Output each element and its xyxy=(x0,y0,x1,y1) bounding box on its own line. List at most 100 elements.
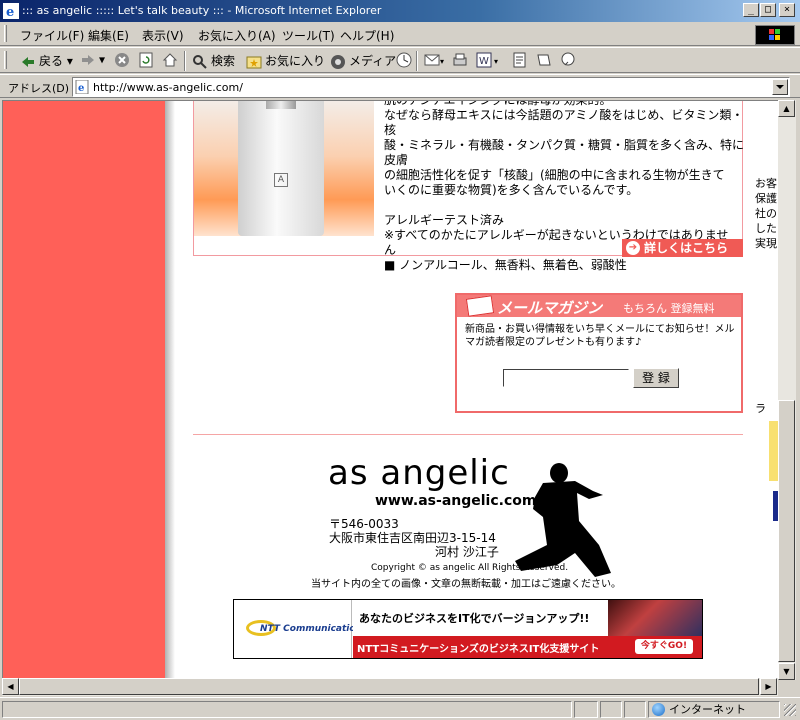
clip-line xyxy=(755,326,778,341)
product-line: いくのに重要な物質)を多く含んでいるんです。 xyxy=(384,183,639,197)
address-label: アドレス(D) xyxy=(8,82,70,95)
clip-line: ラ xyxy=(755,402,766,415)
media-icon xyxy=(331,54,345,69)
clip-line: した xyxy=(755,222,777,235)
details-button[interactable]: ➔ 詳しくはこちら xyxy=(622,239,743,257)
clip-line: お客 xyxy=(755,177,777,190)
menu-edit[interactable]: 編集(E) xyxy=(88,27,129,44)
scroll-right-button[interactable]: ▶ xyxy=(760,678,777,695)
page-icon: e xyxy=(75,80,89,94)
search-button[interactable]: 検索 xyxy=(192,52,235,70)
product-section: A 肌のアンチエイジングには酵母が効果的。 なぜなら酵母エキスには今話題のアミノ… xyxy=(193,100,744,272)
vertical-scroll-thumb[interactable] xyxy=(778,400,795,662)
toolbar-separator xyxy=(184,51,186,71)
toolbar-grip xyxy=(4,51,7,69)
clip-line: 保護 xyxy=(755,192,777,205)
print-icon[interactable] xyxy=(452,52,468,68)
messenger-icon[interactable] xyxy=(560,52,576,68)
address-bar: アドレス(D) e http://www.as-angelic.com/ xyxy=(0,74,800,98)
ntt-ad-banner[interactable]: NTT Communications あなたのビジネスをIT化でバージョンアップ… xyxy=(233,599,703,659)
edit-word-icon[interactable]: W xyxy=(476,52,492,68)
horizontal-scroll-thumb[interactable] xyxy=(19,678,759,695)
favorites-icon xyxy=(246,56,262,68)
clip-line xyxy=(755,266,778,281)
banner-subline: NTTコミュニケーションズのビジネスIT化支援サイト xyxy=(357,644,600,655)
section-divider xyxy=(193,434,743,435)
copyright-notice: 当サイト内の全ての画像・文章の無断転載・加工はご遠慮ください。 xyxy=(311,579,621,590)
menu-bar: ファイル(F) 編集(E) 表示(V) お気に入り(A) ツール(T) ヘルプ(… xyxy=(0,22,800,46)
status-panel xyxy=(624,701,646,718)
minimize-button[interactable]: _ xyxy=(743,3,759,17)
mail-icon[interactable] xyxy=(424,52,440,68)
menu-view[interactable]: 表示(V) xyxy=(142,27,184,44)
forward-button[interactable]: ▾ xyxy=(80,52,105,68)
maximize-button[interactable]: □ xyxy=(760,3,776,17)
ntt-logo-text: NTT Communications xyxy=(260,624,368,634)
menu-favorites[interactable]: お気に入り(A) xyxy=(198,27,276,44)
clip-line: 実現 xyxy=(755,237,777,250)
media-button[interactable]: メディア xyxy=(330,52,396,70)
clip-line xyxy=(755,161,778,176)
ntt-logo: NTT Communications xyxy=(234,600,367,658)
arrow-right-icon: ➔ xyxy=(626,241,640,255)
banner-headline: あなたのビジネスをIT化でバージョンアップ!! xyxy=(359,612,590,625)
favorites-label: お気に入り xyxy=(265,54,326,68)
product-line: 肌のアンチエイジングには酵母が効果的。 xyxy=(384,100,612,107)
back-label: 戻る xyxy=(39,54,64,68)
standard-toolbar: 戻る ▾ ▾ 検索 お気に入り メディア ▾ W ▾ xyxy=(0,47,800,73)
menu-file[interactable]: ファイル(F) xyxy=(20,27,84,44)
clip-line xyxy=(755,251,778,266)
vertical-scrollbar[interactable]: ▲ ▼ xyxy=(778,100,796,680)
home-icon[interactable] xyxy=(162,52,178,68)
banner-go-button[interactable]: 今すぐGO! xyxy=(635,639,693,654)
back-button[interactable]: 戻る ▾ xyxy=(20,52,73,70)
clip-line xyxy=(755,296,778,311)
svg-text:e: e xyxy=(78,83,84,94)
edit-dropdown-icon[interactable]: ▾ xyxy=(494,57,498,66)
svg-text:W: W xyxy=(479,56,489,67)
resize-grip-icon[interactable] xyxy=(784,704,796,716)
details-button-label: 詳しくはこちら xyxy=(644,241,729,255)
mail-magazine-subtitle: もちろん 登録無料 xyxy=(623,302,715,315)
menu-tools[interactable]: ツール(T) xyxy=(282,27,335,44)
clip-line xyxy=(755,311,778,326)
email-field[interactable] xyxy=(503,369,629,387)
register-button[interactable]: 登 録 xyxy=(633,368,679,388)
address-dropdown-button[interactable] xyxy=(772,79,788,95)
right-clipped-column: お客 保護 社の した 実現 ラ xyxy=(755,101,778,680)
product-line: なぜなら酵母エキスには今話題のアミノ酸をはじめ、ビタミン類・核 xyxy=(384,108,744,137)
scroll-left-button[interactable]: ◀ xyxy=(2,678,19,695)
bottle-logo: A xyxy=(274,173,288,187)
address-input[interactable]: e http://www.as-angelic.com/ xyxy=(72,77,790,97)
windows-logo-icon xyxy=(755,25,795,45)
title-bar: e ::: as angelic ::::: Let's talk beauty… xyxy=(0,0,800,22)
favorites-button[interactable]: お気に入り xyxy=(246,52,325,70)
product-image: A xyxy=(194,101,374,236)
history-icon[interactable] xyxy=(396,52,412,68)
mail-dropdown-icon[interactable]: ▾ xyxy=(440,57,444,66)
close-button[interactable]: × xyxy=(779,3,795,17)
brand-logo: as angelic xyxy=(328,453,510,493)
envelope-icon xyxy=(465,295,495,317)
horizontal-scrollbar[interactable]: ◀ ▶ xyxy=(2,678,778,696)
refresh-icon[interactable] xyxy=(138,52,154,68)
stop-icon[interactable] xyxy=(114,52,130,68)
banner-subline-area: NTTコミュニケーションズのビジネスIT化支援サイト 今すぐGO! xyxy=(353,636,702,658)
page-viewport: A 肌のアンチエイジングには酵母が効果的。 なぜなら酵母エキスには今話題のアミノ… xyxy=(2,100,778,680)
toolbar-separator xyxy=(416,51,418,71)
banner-photo xyxy=(608,600,702,636)
status-panel xyxy=(574,701,598,718)
status-text-panel xyxy=(2,701,572,718)
menu-help[interactable]: ヘルプ(H) xyxy=(340,27,394,44)
scroll-down-button[interactable]: ▼ xyxy=(778,663,795,680)
zone-label: インターネット xyxy=(669,703,746,716)
clip-line xyxy=(755,356,778,371)
clip-line xyxy=(755,371,778,386)
media-label: メディア xyxy=(349,54,397,68)
left-color-panel xyxy=(3,101,165,680)
window-title: ::: as angelic ::::: Let's talk beauty :… xyxy=(22,4,382,17)
discuss-icon[interactable] xyxy=(512,52,528,68)
copyright-text: Copyright © as angelic All Rights Reserv… xyxy=(371,563,569,573)
scroll-up-button[interactable]: ▲ xyxy=(778,100,795,117)
research-icon[interactable] xyxy=(536,52,552,68)
